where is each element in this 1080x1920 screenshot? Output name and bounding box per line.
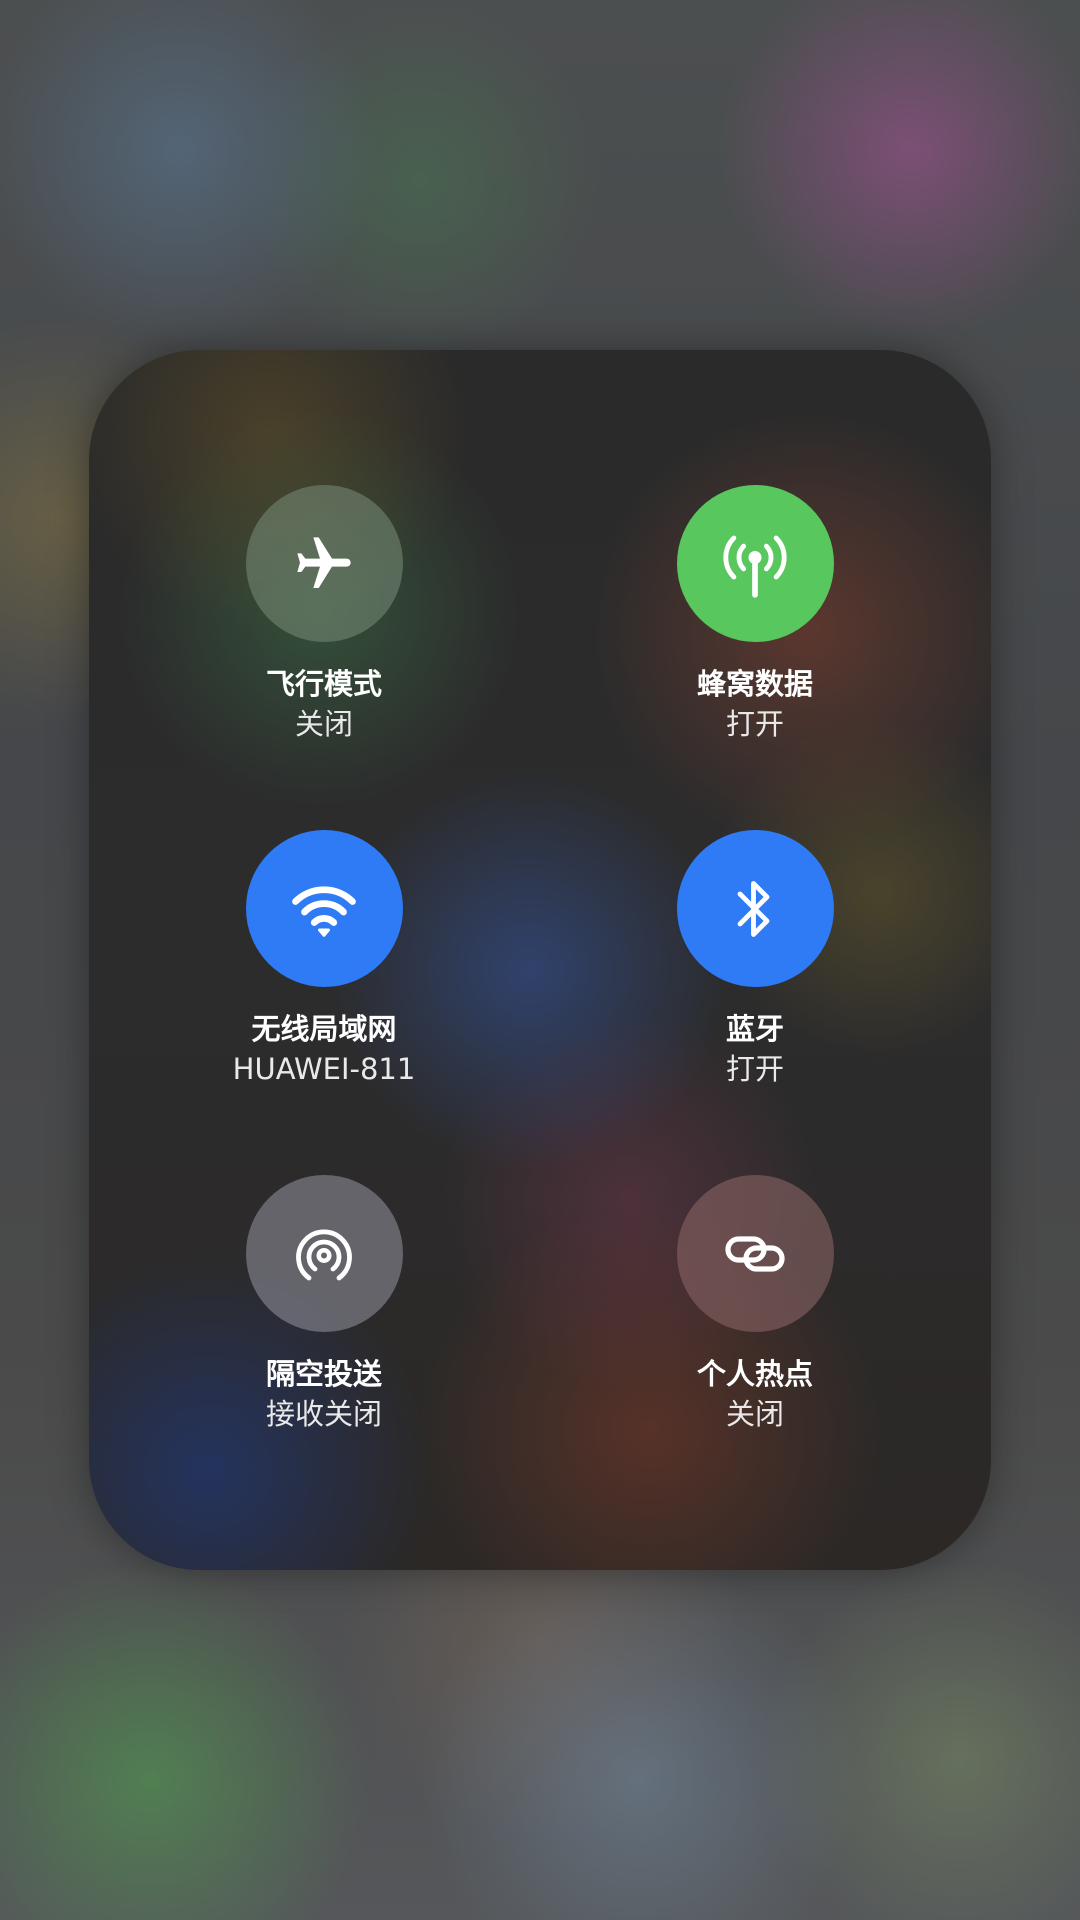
personal-hotspot-title: 个人热点 (696, 1357, 813, 1391)
airplane-mode-title: 飞行模式 (265, 667, 382, 701)
wifi-network-name: HUAWEI-811 (232, 1052, 416, 1086)
bluetooth-toggle[interactable] (676, 830, 834, 987)
airplane-mode-toggle[interactable] (245, 485, 403, 642)
airplane-icon (297, 536, 351, 588)
wifi-toggle[interactable] (245, 830, 403, 987)
personal-hotspot-tile: 个人热点 关闭 (605, 1175, 905, 1435)
airdrop-toggle[interactable] (245, 1175, 403, 1332)
airdrop-title: 隔空投送 (265, 1357, 382, 1391)
airdrop-status: 接收关闭 (265, 1397, 382, 1431)
bluetooth-title: 蓝牙 (725, 1012, 784, 1046)
bluetooth-status: 打开 (725, 1052, 784, 1086)
connectivity-panel: 飞行模式 关闭 蜂窝数据 打开 无线局域网 HUAWEI-811 蓝牙 打开 隔… (89, 350, 991, 1570)
cellular-data-tile: 蜂窝数据 打开 (605, 485, 905, 745)
wifi-tile: 无线局域网 HUAWEI-811 (174, 830, 474, 1090)
cellular-data-status: 打开 (725, 707, 784, 741)
cellular-data-toggle[interactable] (676, 485, 834, 642)
link-icon (725, 1235, 785, 1272)
bluetooth-icon (737, 880, 770, 937)
airdrop-tile: 隔空投送 接收关闭 (174, 1175, 474, 1435)
antenna-icon (723, 535, 787, 598)
wifi-icon (292, 885, 356, 937)
personal-hotspot-status: 关闭 (725, 1397, 784, 1431)
wifi-title: 无线局域网 (251, 1012, 397, 1046)
control-center-screen: 飞行模式 关闭 蜂窝数据 打开 无线局域网 HUAWEI-811 蓝牙 打开 隔… (0, 0, 1080, 1920)
cellular-data-title: 蜂窝数据 (696, 667, 813, 701)
personal-hotspot-toggle[interactable] (676, 1175, 834, 1332)
airplane-mode-status: 关闭 (294, 707, 353, 741)
bluetooth-tile: 蓝牙 打开 (605, 830, 905, 1090)
airplane-mode-tile: 飞行模式 关闭 (174, 485, 474, 745)
airdrop-icon (296, 1229, 352, 1280)
